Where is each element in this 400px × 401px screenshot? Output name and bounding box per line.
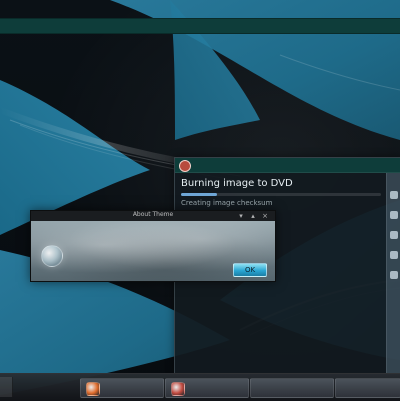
close-button[interactable]: × bbox=[260, 212, 270, 220]
minimize-button[interactable]: ▾ bbox=[236, 212, 246, 220]
start-button[interactable] bbox=[0, 377, 13, 397]
pane-icon-4[interactable] bbox=[390, 251, 398, 259]
maximize-button[interactable]: ▴ bbox=[248, 212, 258, 220]
taskbar-item-1[interactable] bbox=[80, 378, 164, 398]
pane-icon-2[interactable] bbox=[390, 211, 398, 219]
burning-window-titlebar[interactable] bbox=[175, 158, 400, 173]
pane-icon-5[interactable] bbox=[390, 271, 398, 279]
window-controls: ▾ ▴ × bbox=[236, 212, 272, 220]
document-icon bbox=[171, 382, 185, 396]
about-body: OK bbox=[31, 221, 275, 281]
pane-icon-3[interactable] bbox=[390, 231, 398, 239]
firefox-icon bbox=[86, 382, 100, 396]
taskbar-item-4[interactable] bbox=[335, 378, 400, 398]
burning-progress-bar bbox=[181, 193, 381, 196]
top-panel bbox=[0, 18, 400, 34]
burning-heading: Burning image to DVD bbox=[181, 178, 293, 189]
ok-button[interactable]: OK bbox=[233, 263, 267, 277]
burning-status: Creating image checksum bbox=[181, 199, 273, 207]
about-dialog: About Theme ▾ ▴ × OK bbox=[30, 210, 276, 282]
taskbar-item-3[interactable] bbox=[250, 378, 334, 398]
burning-progress-fill bbox=[181, 193, 217, 196]
right-pane bbox=[386, 173, 400, 373]
brasero-icon bbox=[256, 382, 268, 394]
pane-icon-1[interactable] bbox=[390, 191, 398, 199]
taskbar bbox=[0, 373, 400, 401]
taskbar-item-2[interactable] bbox=[165, 378, 249, 398]
app-icon bbox=[341, 382, 353, 394]
brasero-icon bbox=[179, 160, 191, 172]
theme-logo-icon bbox=[41, 245, 63, 267]
